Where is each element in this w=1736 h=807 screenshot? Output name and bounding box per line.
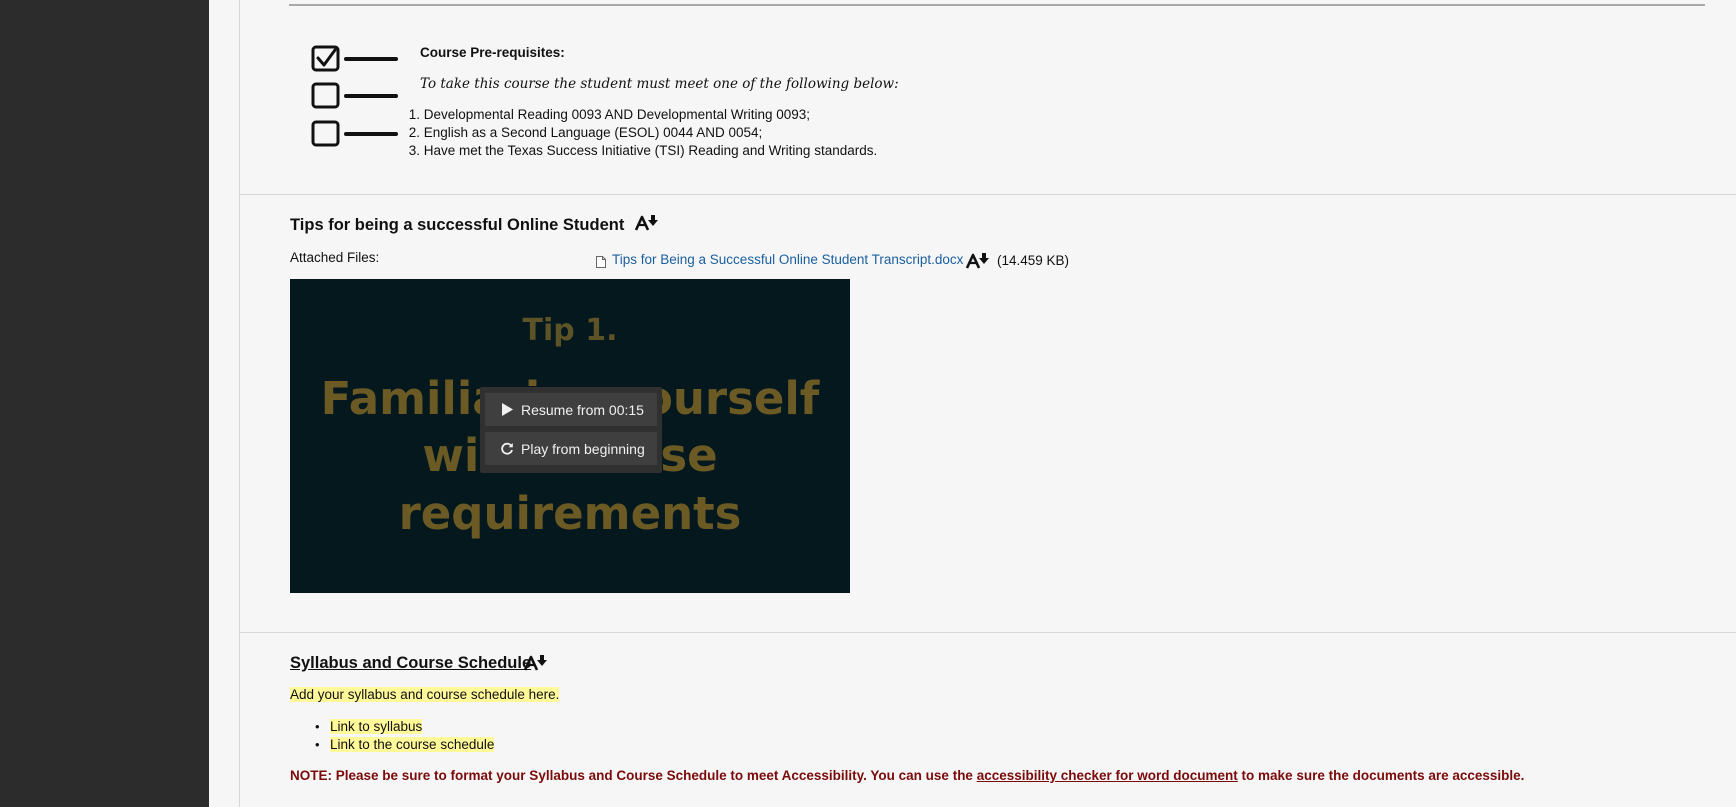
video-frame-text: requirements <box>398 487 742 540</box>
prerequisites-title: Course Pre-requisites: <box>420 45 565 60</box>
list-item: 1. Developmental Reading 0093 AND Develo… <box>404 106 877 124</box>
video-player[interactable]: Tip 1. Familiarize yourself with course … <box>290 279 850 593</box>
content-left-border <box>239 0 240 807</box>
resume-button[interactable]: Resume from 00:15 <box>485 393 657 426</box>
alternative-formats-icon[interactable] <box>634 213 660 233</box>
accessibility-note: NOTE: Please be sure to format your Syll… <box>290 768 1524 783</box>
alternative-formats-icon[interactable] <box>523 653 549 673</box>
accessibility-checker-link[interactable]: accessibility checker for word document <box>977 768 1238 783</box>
tips-section-title: Tips for being a successful Online Stude… <box>290 213 660 235</box>
checklist-icon <box>311 45 398 147</box>
list-item-text: Developmental Reading 0093 AND Developme… <box>423 107 810 122</box>
list-number: 3. <box>408 143 420 158</box>
section-divider <box>240 632 1736 633</box>
list-item-text: Have met the Texas Success Initiative (T… <box>423 143 878 158</box>
play-from-beginning-button[interactable]: Play from beginning <box>485 432 657 465</box>
content-area: Course Pre-requisites: To take this cour… <box>209 0 1736 807</box>
syllabus-section-title[interactable]: Syllabus and Course Schedule <box>290 654 531 673</box>
restart-icon <box>497 442 517 455</box>
left-sidebar-rail <box>0 0 209 807</box>
list-item-text: English as a Second Language (ESOL) 0044… <box>423 125 763 140</box>
list-item: 2. English as a Second Language (ESOL) 0… <box>404 124 877 142</box>
resume-label: Resume from 00:15 <box>521 401 644 418</box>
attached-file-size: (14.459 KB) <box>997 253 1070 268</box>
course-schedule-link[interactable]: Link to the course schedule <box>330 737 495 752</box>
tips-title-text: Tips for being a successful Online Stude… <box>290 216 625 234</box>
list-number: 1. <box>408 107 420 122</box>
syllabus-instruction: Add your syllabus and course schedule he… <box>290 687 560 702</box>
highlighted-text: Add your syllabus and course schedule he… <box>290 687 560 702</box>
play-icon <box>497 403 517 416</box>
alternative-formats-icon[interactable] <box>965 251 991 271</box>
list-item: 3. Have met the Texas Success Initiative… <box>404 142 878 160</box>
document-icon <box>596 256 606 268</box>
list-item: Link to syllabus <box>315 718 494 736</box>
video-frame-text: Tip 1. <box>522 313 618 348</box>
prerequisites-intro: To take this course the student must mee… <box>420 76 899 92</box>
syllabus-link[interactable]: Link to syllabus <box>330 719 423 734</box>
attached-files-label: Attached Files: <box>290 250 380 265</box>
resume-playback-menu: Resume from 00:15 Play from beginning <box>480 387 662 473</box>
syllabus-links-list: Link to syllabus Link to the course sche… <box>315 718 495 754</box>
attached-file-link[interactable]: Tips for Being a Successful Online Stude… <box>612 252 963 267</box>
prerequisites-list: 1. Developmental Reading 0093 AND Develo… <box>404 106 878 160</box>
section-divider <box>240 194 1736 195</box>
list-number: 2. <box>408 125 420 140</box>
note-text: NOTE: Please be sure to format your Syll… <box>290 768 977 783</box>
list-item: Link to the course schedule <box>315 736 495 754</box>
top-divider <box>289 4 1705 6</box>
restart-label: Play from beginning <box>521 440 645 457</box>
note-text: to make sure the documents are accessibl… <box>1237 768 1525 783</box>
